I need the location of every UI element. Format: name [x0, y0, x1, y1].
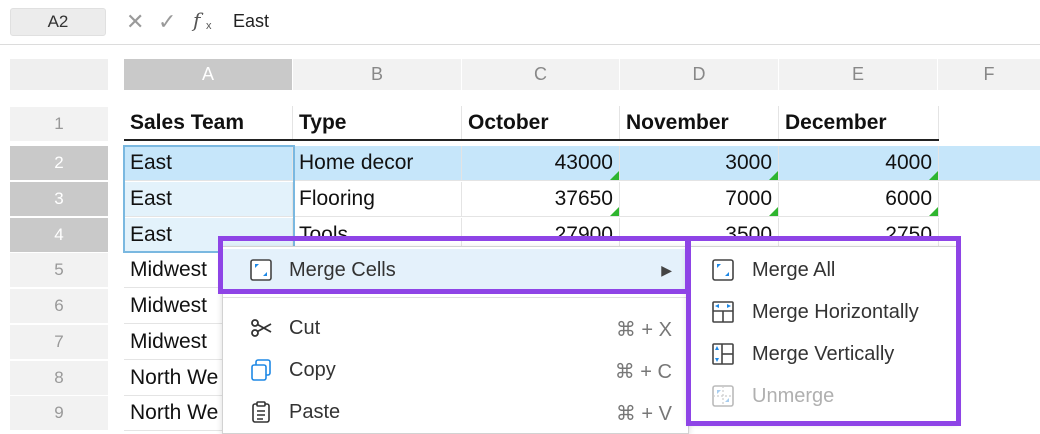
formula-bar	[0, 0, 1040, 45]
column-header-b[interactable]: B	[293, 59, 462, 90]
copy-icon	[251, 359, 271, 381]
clipboard-icon	[252, 401, 270, 423]
shortcut-label: ⌘ + X	[615, 319, 672, 341]
name-box[interactable]: A2	[10, 8, 106, 36]
header-cell-sales-team[interactable]: Sales Team	[124, 106, 293, 141]
cell-d2[interactable]: 3000	[620, 146, 779, 181]
number-indicator-icon	[610, 207, 619, 216]
menu-divider	[223, 297, 688, 298]
row-header-5[interactable]: 5	[10, 253, 108, 288]
cell-c2-value: 43000	[554, 151, 613, 174]
confirm-icon[interactable]: ✓	[158, 9, 176, 35]
cell-b3[interactable]: Flooring	[293, 182, 462, 217]
cell-b2[interactable]: Home decor	[293, 146, 462, 181]
cell-f2[interactable]	[939, 146, 1040, 181]
row-header-6[interactable]: 6	[10, 289, 108, 324]
cell-c3[interactable]: 37650	[462, 182, 620, 217]
function-icon[interactable]: f	[193, 8, 200, 32]
column-header-a[interactable]: A	[124, 59, 293, 90]
menu-item-copy[interactable]: Copy ⌘ + C	[223, 349, 688, 391]
cell-d2-value: 3000	[725, 151, 772, 174]
column-header-c[interactable]: C	[462, 59, 620, 90]
column-header-f[interactable]: F	[938, 59, 1040, 90]
menu-item-label: Copy	[289, 359, 336, 381]
row-header-1[interactable]: 1	[10, 107, 108, 142]
number-indicator-icon	[769, 207, 778, 216]
cell-e2[interactable]: 4000	[779, 146, 939, 181]
cell-e2-value: 4000	[885, 151, 932, 174]
menu-item-cut[interactable]: Cut ⌘ + X	[223, 307, 688, 349]
cell-e3[interactable]: 6000	[779, 182, 939, 217]
function-icon-sub: x	[206, 20, 212, 32]
row-header-3[interactable]: 3	[10, 182, 108, 217]
row-header-9[interactable]: 9	[10, 396, 108, 431]
formula-input[interactable]: East	[233, 11, 269, 32]
row-header-7[interactable]: 7	[10, 325, 108, 360]
header-underline	[124, 139, 939, 141]
number-indicator-icon	[929, 207, 938, 216]
cell-e3-value: 6000	[885, 187, 932, 210]
cell-c2[interactable]: 43000	[462, 146, 620, 181]
scissors-icon	[251, 319, 272, 337]
cancel-icon[interactable]: ✕	[126, 9, 144, 35]
cell-c3-value: 37650	[554, 187, 613, 210]
number-indicator-icon	[929, 171, 938, 180]
number-indicator-icon	[610, 171, 619, 180]
menu-item-paste[interactable]: Paste ⌘ + V	[223, 391, 688, 433]
menu-item-label: Cut	[289, 317, 321, 339]
highlight-merge-cells	[218, 236, 690, 294]
column-header-e[interactable]: E	[779, 59, 938, 90]
header-cell-november[interactable]: November	[620, 106, 779, 141]
shortcut-label: ⌘ + C	[614, 361, 672, 383]
header-cell-december[interactable]: December	[779, 106, 939, 141]
cell-d3-value: 7000	[725, 187, 772, 210]
menu-item-label: Paste	[289, 401, 341, 423]
header-cell-october[interactable]: October	[462, 106, 620, 141]
highlight-submenu	[686, 236, 961, 426]
row-header-2[interactable]: 2	[10, 146, 108, 181]
shortcut-label: ⌘ + V	[615, 403, 672, 425]
row-header-8[interactable]: 8	[10, 361, 108, 396]
select-all-corner[interactable]	[10, 59, 108, 90]
header-cell-type[interactable]: Type	[293, 106, 462, 141]
row-header-4[interactable]: 4	[10, 218, 108, 253]
column-header-d[interactable]: D	[620, 59, 779, 90]
cell-d3[interactable]: 7000	[620, 182, 779, 217]
number-indicator-icon	[769, 171, 778, 180]
